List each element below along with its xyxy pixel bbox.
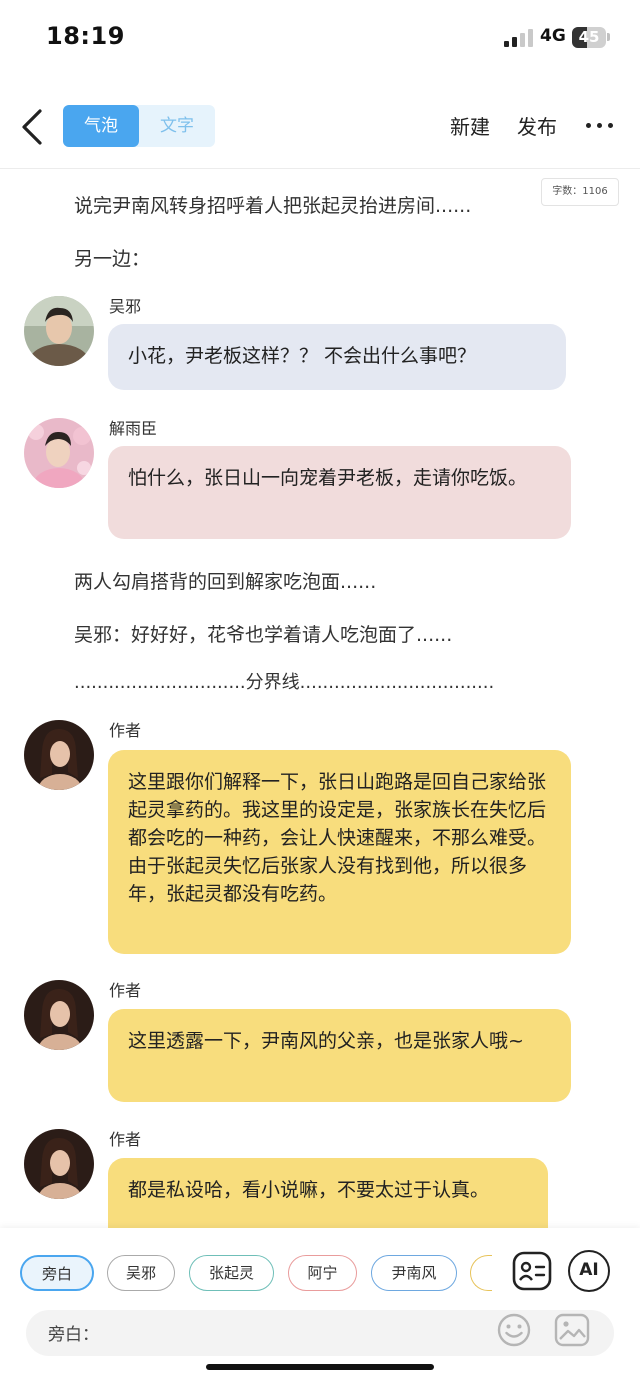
speaker-name: 作者	[109, 721, 142, 740]
emoji-icon[interactable]	[496, 1312, 532, 1348]
narration-line[interactable]: 两人勾肩搭背的回到解家吃泡面......	[74, 567, 376, 594]
network-type: 4G	[540, 26, 566, 46]
character-chip-zhangqiling[interactable]: 张起灵	[189, 1255, 274, 1291]
signal-icon	[504, 29, 534, 47]
battery-icon: 45	[572, 27, 606, 48]
status-time: 18:19	[46, 22, 125, 50]
input-speaker-label: 旁白：	[48, 1325, 99, 1345]
new-button[interactable]: 新建	[450, 111, 490, 140]
character-chip-yinnanfeng[interactable]: 尹南风	[371, 1255, 457, 1291]
message-bubble[interactable]: 这里透露一下，尹南风的父亲，也是张家人哦~	[108, 1009, 571, 1102]
speaker-name: 解雨臣	[109, 419, 158, 438]
editor-header: 气泡 文字 新建 发布	[0, 95, 640, 161]
status-bar: 18:19 4G 45	[0, 0, 640, 80]
speaker-name: 吴邪	[109, 297, 142, 316]
battery-tip	[607, 33, 610, 41]
avatar-author[interactable]	[24, 980, 94, 1050]
more-icon[interactable]	[585, 109, 615, 139]
ai-button[interactable]: AI	[568, 1250, 610, 1292]
tab-bubble[interactable]: 气泡	[63, 105, 139, 147]
message-bubble[interactable]: 这里跟你们解释一下，张日山跑路是回自己家给张起灵拿药的。我这里的设定是，张家族长…	[108, 750, 571, 954]
home-indicator	[206, 1364, 434, 1370]
character-chip-wuxie[interactable]: 吴邪	[107, 1255, 175, 1291]
message-bubble[interactable]: 怕什么，张日山一向宠着尹老板，走请你吃饭。	[108, 446, 571, 539]
character-chip-aning[interactable]: 阿宁	[288, 1255, 357, 1291]
separator-line[interactable]: ..............................分界线.......…	[74, 668, 546, 694]
tab-text[interactable]: 文字	[139, 105, 215, 147]
avatar-xieyuchen[interactable]	[24, 418, 94, 488]
avatar-author[interactable]	[24, 1129, 94, 1199]
character-chip-narrator[interactable]: 旁白	[20, 1255, 94, 1291]
narration-line[interactable]: 说完尹南风转身招呼着人把张起灵抬进房间......	[74, 191, 471, 218]
character-card-icon	[512, 1251, 552, 1291]
mode-switch: 气泡 文字	[63, 105, 215, 147]
back-arrow-icon[interactable]	[18, 107, 48, 147]
image-icon[interactable]	[553, 1312, 591, 1348]
avatar-wuxie[interactable]	[24, 296, 94, 366]
message-bubble[interactable]: 小花，尹老板这样？？ 不会出什么事吧？	[108, 324, 566, 390]
narration-line[interactable]: 另一边：	[74, 244, 150, 271]
word-count-badge: 字数：1106	[541, 178, 619, 206]
character-card-button[interactable]	[511, 1250, 553, 1292]
narration-line[interactable]: 吴邪：好好好，花爷也学着请人吃泡面了......	[74, 620, 452, 647]
avatar-author[interactable]	[24, 720, 94, 790]
battery-percent: 45	[578, 28, 600, 46]
header-divider	[0, 168, 640, 169]
speaker-name: 作者	[109, 981, 142, 1000]
publish-button[interactable]: 发布	[517, 111, 557, 140]
speaker-name: 作者	[109, 1130, 142, 1149]
